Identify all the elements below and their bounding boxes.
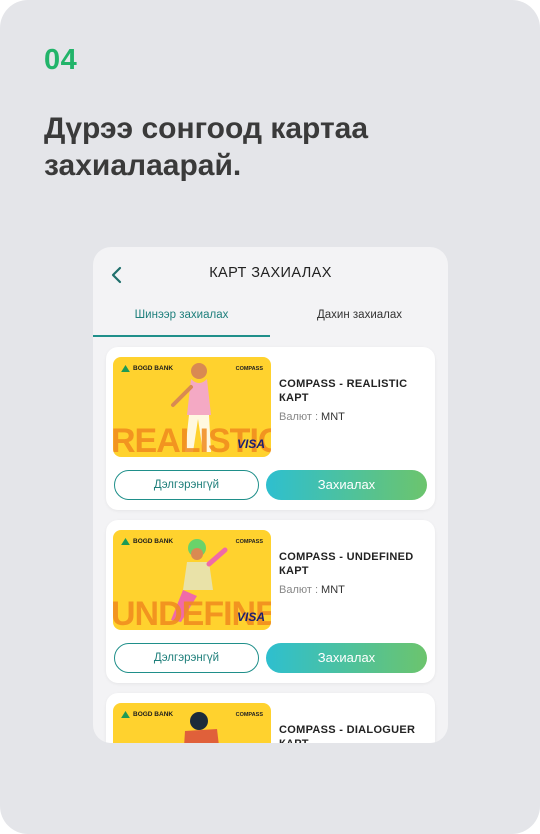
step-number: 04 xyxy=(44,44,78,76)
brand-logo: COMPASS xyxy=(235,712,263,718)
headline: Дүрээ сонгоод картаа захиалаарай. xyxy=(44,112,369,182)
order-button[interactable]: Захиалах xyxy=(266,470,427,500)
currency-label: Валют : xyxy=(279,411,319,423)
character-illustration xyxy=(184,712,219,743)
brand-logo: COMPASS xyxy=(235,366,263,372)
visa-logo: VISA xyxy=(236,437,265,451)
currency-value: MNT xyxy=(321,584,345,596)
tab-bar: Шинээр захиалах Дахин захиалах xyxy=(93,303,448,337)
bank-logo-icon xyxy=(121,365,130,372)
screen-title: КАРТ ЗАХИАЛАХ xyxy=(209,265,332,281)
bank-logo-icon xyxy=(121,711,130,718)
card-image: BOGD BANK COMPASS REALISTIC VISA xyxy=(113,357,271,457)
page-background: 04 Дүрээ сонгоод картаа захиалаарай. КАР… xyxy=(0,0,540,834)
card-title: COMPASS - UNDEFINED КАРТ xyxy=(279,551,414,577)
tab-new-order[interactable]: Шинээр захиалах xyxy=(93,303,270,337)
details-button[interactable]: Дэлгэрэнгүй xyxy=(114,643,259,673)
card-title: COMPASS - REALISTIC КАРТ xyxy=(279,378,408,404)
list-item: BOGD BANK COMPASS UNDEFINED VISA COMPASS… xyxy=(106,520,435,683)
brand-logo: COMPASS xyxy=(235,539,263,545)
list-item: BOGD BANK COMPASS REALISTIC VISA COMPASS… xyxy=(106,347,435,510)
details-button[interactable]: Дэлгэрэнгүй xyxy=(114,470,259,500)
phone-screen: КАРТ ЗАХИАЛАХ Шинээр захиалах Дахин захи… xyxy=(93,247,448,743)
currency-value: MNT xyxy=(321,411,345,423)
bank-logo-icon xyxy=(121,538,130,545)
card-image: BOGD BANK COMPASS UNDEFINED VISA xyxy=(113,530,271,630)
order-button[interactable]: Захиалах xyxy=(266,643,427,673)
currency-label: Валют : xyxy=(279,584,319,596)
currency-row: Валют : MNT xyxy=(279,411,345,423)
tab-reorder[interactable]: Дахин захиалах xyxy=(271,303,448,337)
card-title: COMPASS - DIALOGUER КАРТ xyxy=(279,724,416,743)
list-item: BOGD BANK COMPASS COMPASS - DIALOGUER КА… xyxy=(106,693,435,743)
currency-row: Валют : MNT xyxy=(279,584,345,596)
card-image: BOGD BANK COMPASS xyxy=(113,703,271,743)
visa-logo: VISA xyxy=(236,610,265,624)
app-bar: КАРТ ЗАХИАЛАХ xyxy=(93,247,448,303)
